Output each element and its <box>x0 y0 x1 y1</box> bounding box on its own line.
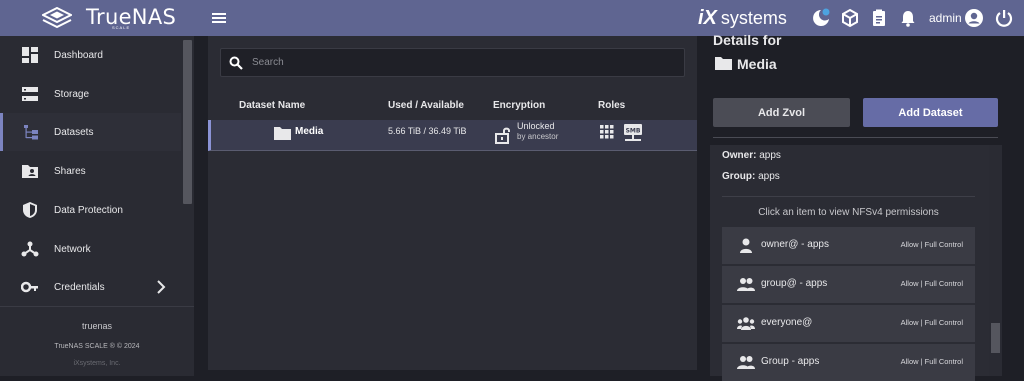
details-divider <box>713 137 998 138</box>
sidebar-item-credentials[interactable]: Credentials <box>0 268 181 306</box>
notifications-bell-icon[interactable] <box>898 8 918 28</box>
details-heading: Details for <box>713 32 782 48</box>
add-zvol-button[interactable]: Add Zvol <box>713 98 850 127</box>
acl-who: everyone@ <box>761 317 813 328</box>
acl-permission: Allow | Full Control <box>900 357 963 366</box>
dashboard-icon <box>22 47 38 63</box>
sidebar-item-data-protection[interactable]: Data Protection <box>0 191 181 229</box>
details-dataset-name: Media <box>737 56 777 72</box>
details-scroll-thumb[interactable] <box>991 323 1000 353</box>
folder-icon <box>715 57 732 70</box>
search-icon <box>229 56 243 70</box>
copyright-text: iXsystems, Inc. <box>73 360 121 367</box>
apps-role-icon <box>600 125 614 139</box>
sidebar-item-label: Datasets <box>54 126 94 138</box>
column-header-roles[interactable]: Roles <box>598 100 625 111</box>
acl-item-group[interactable]: group@ - apps Allow | Full Control <box>722 266 975 303</box>
brand-sub: SCALE <box>112 25 131 30</box>
acl-permission: Allow | Full Control <box>900 318 963 327</box>
people-icon <box>737 356 755 369</box>
network-hub-icon <box>21 241 39 257</box>
chevron-right-icon <box>157 280 166 294</box>
menu-toggle-icon[interactable] <box>210 9 228 27</box>
search-input[interactable] <box>252 49 672 76</box>
tasks-clipboard-icon[interactable] <box>869 8 889 28</box>
sidebar-item-label: Data Protection <box>54 204 123 216</box>
folder-icon <box>274 127 291 140</box>
sidebar-item-label: Credentials <box>54 281 105 293</box>
used-available: 5.66 TiB / 36.49 TiB <box>388 126 467 136</box>
column-header-used[interactable]: Used / Available <box>388 100 464 111</box>
owner-value: apps <box>759 150 781 161</box>
hostname: truenas <box>81 321 113 331</box>
acl-permission: Allow | Full Control <box>900 279 963 288</box>
acl-item-owner[interactable]: owner@ - apps Allow | Full Control <box>722 227 975 264</box>
account-circle-icon[interactable] <box>964 8 984 28</box>
column-header-name[interactable]: Dataset Name <box>239 100 305 111</box>
person-icon <box>740 238 752 253</box>
unlocked-lock-icon <box>495 127 510 144</box>
shares-folder-icon <box>22 165 38 178</box>
column-header-encryption[interactable]: Encryption <box>493 100 545 111</box>
power-icon[interactable] <box>994 8 1014 28</box>
sidebar-divider <box>0 306 194 307</box>
encryption-source: by ancestor <box>517 132 559 141</box>
dataset-tree-panel <box>208 36 697 370</box>
sidebar-item-label: Dashboard <box>54 49 103 61</box>
shield-icon <box>23 202 37 218</box>
add-dataset-button[interactable]: Add Dataset <box>863 98 998 127</box>
owner-label: Owner: <box>722 150 757 161</box>
truenas-mark-icon <box>42 7 72 29</box>
owner-line: Owner: apps <box>722 150 781 161</box>
dataset-name: Media <box>295 126 324 137</box>
acl-who: owner@ - apps <box>761 239 829 250</box>
sidebar-item-network[interactable]: Network <box>0 230 181 268</box>
encryption-status: Unlocked <box>517 121 555 131</box>
permissions-divider <box>722 196 975 197</box>
acl-who: group@ - apps <box>761 278 828 289</box>
version-text[interactable]: TrueNAS SCALE ® © 2024 <box>0 343 194 350</box>
sidebar-item-label: Network <box>54 243 91 255</box>
svg-text:SMB: SMB <box>626 128 641 135</box>
apps-cube-icon[interactable] <box>840 8 860 28</box>
group-label: Group: <box>722 171 756 182</box>
sidebar-item-shares[interactable]: Shares <box>0 152 181 190</box>
storage-icon <box>22 87 38 101</box>
sidebar-scroll-thumb[interactable] <box>183 40 192 204</box>
theme-update-icon[interactable] <box>811 8 831 28</box>
nfsv4-hint: Click an item to view NFSv4 permissions <box>758 207 939 218</box>
datasets-tree-icon <box>24 125 38 140</box>
acl-permission: Allow | Full Control <box>900 240 963 249</box>
sidebar-item-label: Storage <box>54 88 90 100</box>
sidebar-item-label: Shares <box>54 165 86 177</box>
acl-item-group-apps[interactable]: Group - apps Allow | Full Control <box>722 344 975 381</box>
acl-who: Group - apps <box>761 356 820 367</box>
ix-mark: iX <box>698 6 717 29</box>
sidebar-item-dashboard[interactable]: Dashboard <box>0 36 181 74</box>
truenas-logo[interactable]: TrueNAS SCALE <box>0 0 194 36</box>
dataset-row[interactable]: Media 5.66 TiB / 36.49 TiB Unlocked by a… <box>208 120 697 151</box>
groups-icon <box>737 317 755 330</box>
ixsystems-logo[interactable]: iX systems <box>698 6 787 30</box>
people-icon <box>737 278 755 291</box>
acl-item-everyone[interactable]: everyone@ Allow | Full Control <box>722 305 975 342</box>
sidebar-item-storage[interactable]: Storage <box>0 75 181 113</box>
sidebar-item-datasets[interactable]: Datasets <box>0 113 181 151</box>
brand-name: TrueNAS <box>86 5 177 29</box>
group-line: Group: apps <box>722 171 780 182</box>
group-value: apps <box>758 171 780 182</box>
search-box[interactable] <box>220 48 685 77</box>
user-name[interactable]: admin <box>929 11 962 25</box>
systems-text: systems <box>720 7 787 28</box>
smb-share-icon: SMB <box>624 124 642 141</box>
key-icon <box>21 281 38 293</box>
